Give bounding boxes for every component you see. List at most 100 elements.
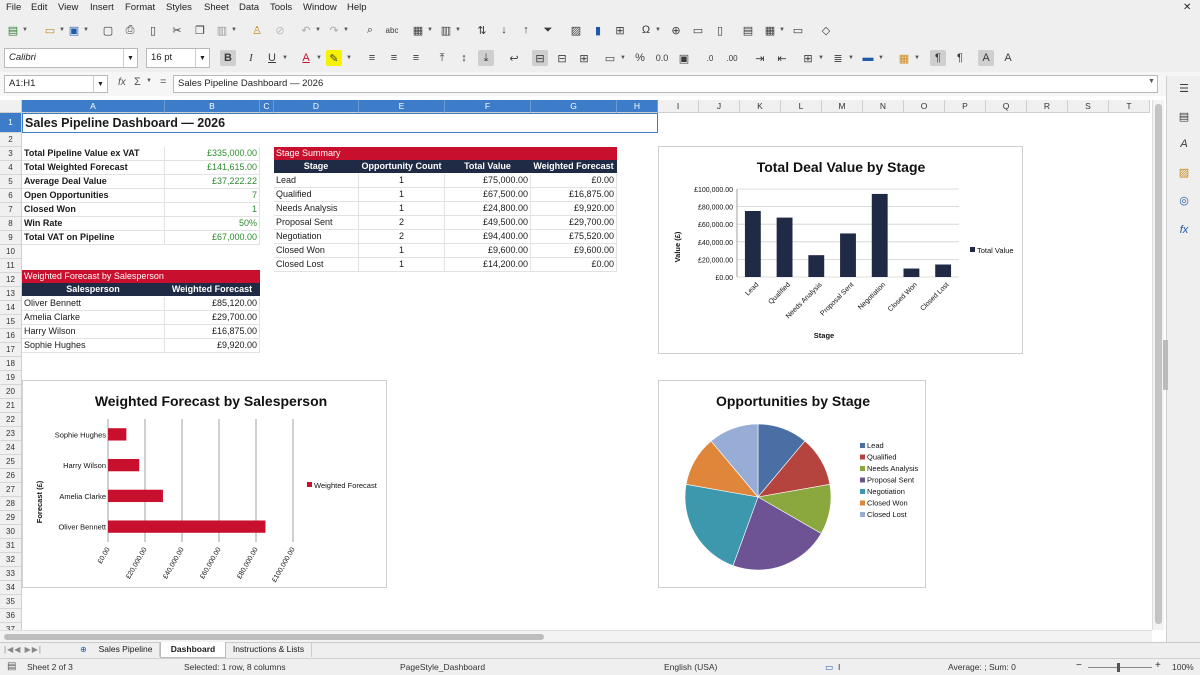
text-direction-vertical-icon[interactable]: A (1000, 50, 1016, 66)
row-header[interactable]: 1 (0, 113, 22, 133)
column-header[interactable]: F (445, 100, 531, 113)
chevron-down-icon[interactable]: ▼ (818, 50, 824, 66)
stage-name-cell[interactable]: Closed Lost (274, 258, 359, 272)
formula-input[interactable]: Sales Pipeline Dashboard — 2026 (173, 75, 1158, 93)
salesperson-table-header[interactable]: Weighted Forecast (165, 283, 260, 296)
print-preview-icon[interactable]: ▯ (145, 22, 161, 38)
row-header[interactable]: 14 (0, 301, 22, 315)
horizontal-scrollbar[interactable] (0, 630, 1152, 642)
paste-icon[interactable]: ▥ (214, 22, 230, 38)
chevron-down-icon[interactable]: ▼ (83, 22, 89, 38)
row-header[interactable]: 23 (0, 427, 22, 441)
vertical-scrollbar-thumb[interactable] (1155, 104, 1162, 624)
align-bottom-icon[interactable]: ⤓ (478, 50, 494, 66)
dashboard-title[interactable]: Sales Pipeline Dashboard — 2026 (22, 113, 658, 133)
row-header[interactable]: 4 (0, 161, 22, 175)
stage-value-cell[interactable]: 2 (359, 230, 445, 244)
stage-name-cell[interactable]: Needs Analysis (274, 202, 359, 216)
column-header[interactable]: J (699, 100, 740, 113)
kpi-value[interactable]: £141,615.00 (165, 161, 260, 175)
menu-data[interactable]: Data (239, 2, 259, 13)
formula-icon[interactable]: = (160, 76, 166, 88)
chevron-down-icon[interactable]: ▼ (93, 76, 107, 92)
kpi-value[interactable]: £335,000.00 (165, 147, 260, 161)
menu-edit[interactable]: Edit (31, 2, 47, 13)
chevron-down-icon[interactable]: ▼ (22, 22, 28, 38)
stage-name-cell[interactable]: Qualified (274, 188, 359, 202)
row-header[interactable]: 26 (0, 469, 22, 483)
freeze-rows-columns-icon[interactable]: ▦ (762, 22, 778, 38)
row-header[interactable]: 3 (0, 147, 22, 161)
undo-icon[interactable]: ↶ (298, 22, 314, 38)
stage-value-cell[interactable]: £94,400.00 (445, 230, 531, 244)
stage-name-cell[interactable]: Negotiation (274, 230, 359, 244)
kpi-value[interactable]: 50% (165, 217, 260, 231)
row-header[interactable]: 9 (0, 231, 22, 245)
chevron-down-icon[interactable]: ▼ (848, 50, 854, 66)
increase-indent-icon[interactable]: ⇥ (752, 50, 768, 66)
number-format-icon[interactable]: 0.0 (654, 50, 670, 66)
stage-summary-header[interactable]: Stage (274, 160, 359, 173)
stage-name-cell[interactable]: Closed Won (274, 244, 359, 258)
text-direction-horizontal-icon[interactable]: A (978, 50, 994, 66)
menu-help[interactable]: Help (347, 2, 367, 13)
clone-formatting-icon[interactable]: ♙ (249, 22, 265, 38)
border-style-icon[interactable]: ≣ (830, 50, 846, 66)
column-header[interactable]: I (658, 100, 699, 113)
select-all-corner[interactable] (0, 100, 22, 113)
bar[interactable] (108, 489, 163, 503)
chevron-down-icon[interactable]: ▼ (315, 22, 321, 38)
sheet-nav-arrows-icon[interactable]: |◀◀ ▶▶| (4, 645, 66, 656)
chevron-down-icon[interactable]: ▼ (779, 22, 785, 38)
chevron-down-icon[interactable]: ▼ (914, 50, 920, 66)
row-header[interactable]: 2 (0, 133, 22, 147)
row-header[interactable]: 7 (0, 203, 22, 217)
properties-icon[interactable]: ▤ (1176, 108, 1192, 124)
row-header[interactable]: 13 (0, 287, 22, 301)
bar[interactable] (903, 268, 920, 277)
bar[interactable] (840, 233, 856, 277)
column-header[interactable]: O (904, 100, 945, 113)
define-print-area-icon[interactable]: ▤ (740, 22, 756, 38)
menu-sheet[interactable]: Sheet (204, 2, 229, 13)
stage-value-cell[interactable]: £24,800.00 (445, 202, 531, 216)
menu-styles[interactable]: Styles (166, 2, 192, 13)
stage-value-cell[interactable]: £9,600.00 (445, 244, 531, 258)
zoom-slider[interactable] (1088, 667, 1152, 668)
row-header[interactable]: 27 (0, 483, 22, 497)
salesperson-value-cell[interactable]: £9,920.00 (165, 339, 260, 353)
expand-formula-icon[interactable]: ▼ (1148, 78, 1155, 85)
add-sheet-icon[interactable]: ⊕ (80, 645, 87, 654)
font-name-box[interactable]: Calibri ▼ (4, 48, 138, 68)
column-header[interactable]: N (863, 100, 904, 113)
italic-icon[interactable]: I (243, 50, 259, 66)
sidebar-collapse-handle[interactable] (1163, 340, 1168, 390)
salesperson-table-header[interactable]: Salesperson (22, 283, 165, 296)
align-left-icon[interactable]: ≡ (364, 50, 380, 66)
selection-mode-icon[interactable]: ▭ (825, 662, 833, 673)
redo-icon[interactable]: ↷ (326, 22, 342, 38)
stage-value-cell[interactable]: £14,200.00 (445, 258, 531, 272)
menu-view[interactable]: View (58, 2, 78, 13)
chevron-down-icon[interactable]: ▼ (146, 78, 152, 84)
column-header[interactable]: T (1109, 100, 1150, 113)
merge-center-icon[interactable]: ⊟ (532, 50, 548, 66)
row-header[interactable]: 24 (0, 441, 22, 455)
column-header[interactable]: G (531, 100, 617, 113)
spreadsheet-grid[interactable]: A B C D E F G H I J K L M N O P Q R S T … (0, 100, 1150, 630)
date-format-icon[interactable]: ▣ (676, 50, 692, 66)
styles-icon[interactable]: A (1176, 136, 1192, 152)
stage-value-cell[interactable]: £49,500.00 (445, 216, 531, 230)
salesperson-name-cell[interactable]: Harry Wilson (22, 325, 165, 339)
new-document-icon[interactable]: ▤ (5, 22, 21, 38)
salesperson-value-cell[interactable]: £16,875.00 (165, 325, 260, 339)
copy-icon[interactable]: ❐ (192, 22, 208, 38)
chevron-down-icon[interactable]: ▼ (231, 22, 237, 38)
total-deal-value-chart[interactable]: Total Deal Value by Stage Value (£) Stag… (658, 146, 1023, 354)
merge-cells-icon[interactable]: ⊟ (554, 50, 570, 66)
row-header[interactable]: 11 (0, 259, 22, 273)
open-folder-icon[interactable]: ▭ (42, 22, 58, 38)
borders-icon[interactable]: ⊞ (800, 50, 816, 66)
autofilter-icon[interactable]: ⏷ (540, 22, 556, 38)
chevron-down-icon[interactable]: ▼ (620, 50, 626, 66)
